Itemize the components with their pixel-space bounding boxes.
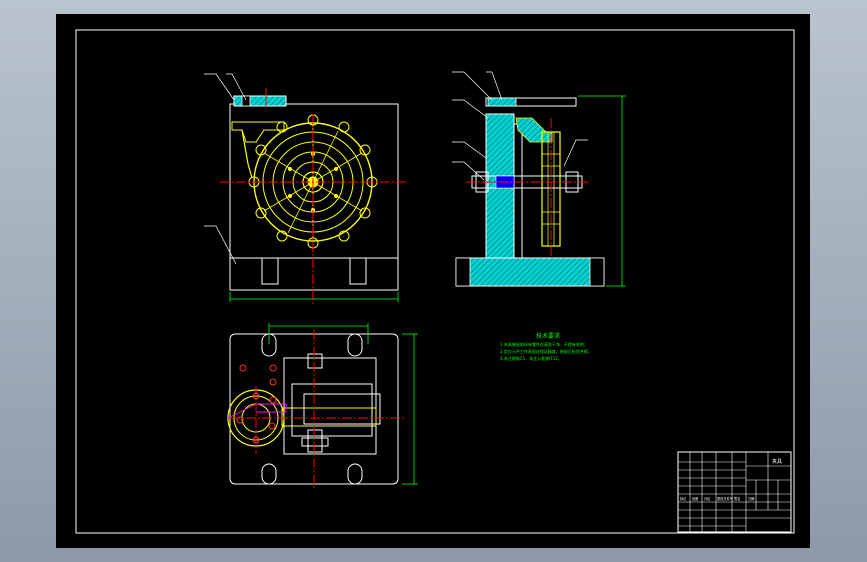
notes-heading: 技术要求: [536, 332, 560, 340]
title-block: 标记 处数 分区 更改文件号 签名 日期 夹具: [677, 451, 792, 533]
title-name: 夹具: [772, 458, 782, 465]
top-view: [227, 323, 418, 488]
drawing-canvas: 技术要求 1.夹具装配前所有零件应清洗干净，不得有毛刺； 2.定位元件工作表面应…: [75, 29, 795, 534]
technical-notes: 技术要求 1.夹具装配前所有零件应清洗干净，不得有毛刺； 2.定位元件工作表面应…: [500, 332, 592, 361]
title-label-mark: 标记: [680, 496, 687, 501]
title-label-sign: 签名: [734, 496, 740, 501]
notes-line-2: 2.定位元件工作表面应保证精度，装配后检验合格；: [500, 348, 592, 354]
cad-viewport[interactable]: 技术要求 1.夹具装配前所有零件应清洗干净，不得有毛刺； 2.定位元件工作表面应…: [0, 0, 867, 562]
notes-line-3: 3.未注倒角C1，未注公差按IT12。: [500, 355, 562, 361]
title-label-count: 处数: [692, 496, 699, 501]
drawing-border: [75, 29, 795, 534]
title-label-zone: 分区: [704, 496, 711, 501]
title-label-date: 日期: [748, 496, 754, 501]
drawing-sheet: 技术要求 1.夹具装配前所有零件应清洗干净，不得有毛刺； 2.定位元件工作表面应…: [56, 14, 810, 548]
front-view: [204, 73, 408, 304]
title-label-change: 更改文件号: [717, 496, 733, 501]
side-view: [452, 71, 626, 287]
notes-line-1: 1.夹具装配前所有零件应清洗干净，不得有毛刺；: [500, 341, 588, 347]
